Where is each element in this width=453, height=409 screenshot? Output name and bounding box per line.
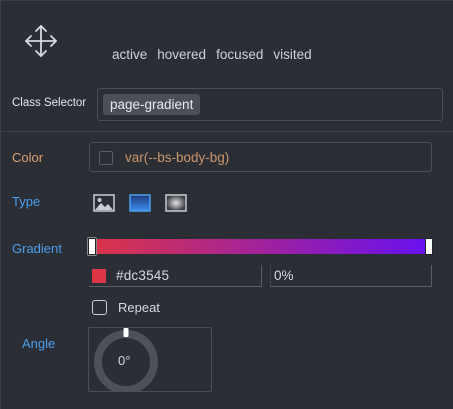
color-label: Color <box>12 150 44 165</box>
angle-label: Angle <box>22 336 56 351</box>
color-swatch[interactable] <box>99 151 113 165</box>
repeat-checkbox[interactable] <box>92 300 107 315</box>
gradient-label: Gradient <box>12 241 62 256</box>
color-value: var(--bs-body-bg) <box>125 150 230 165</box>
gradient-bar[interactable] <box>88 238 433 255</box>
class-selector-input[interactable]: page-gradient <box>97 88 443 121</box>
angle-dial-handle <box>123 328 129 337</box>
panel-top-edge <box>0 0 453 1</box>
type-label: Type <box>12 194 41 209</box>
repeat-label: Repeat <box>118 300 160 315</box>
stop-color-input[interactable]: #dc3545 <box>89 265 262 287</box>
move-icon[interactable] <box>22 22 60 60</box>
state-tabs: active hovered focused visited <box>112 47 312 62</box>
state-active[interactable]: active <box>112 47 147 62</box>
linear-gradient-icon[interactable] <box>129 193 151 213</box>
state-visited[interactable]: visited <box>273 47 311 62</box>
gradient-stop-start[interactable] <box>88 238 96 255</box>
angle-control: 0° <box>88 327 212 392</box>
stop-position-value: 0% <box>274 268 294 283</box>
color-input[interactable]: var(--bs-body-bg) <box>89 142 432 172</box>
panel-left-edge <box>0 0 1 409</box>
angle-value: 0° <box>118 353 131 368</box>
image-icon[interactable] <box>93 193 115 213</box>
stop-position-input[interactable]: 0% <box>270 265 432 287</box>
stop-color-swatch[interactable] <box>92 269 106 283</box>
stop-color-value: #dc3545 <box>116 268 170 283</box>
gradient-stop-end[interactable] <box>425 238 433 255</box>
section-divider <box>0 131 453 132</box>
state-hovered[interactable]: hovered <box>157 47 206 62</box>
radial-gradient-icon[interactable] <box>165 193 187 213</box>
class-tag[interactable]: page-gradient <box>103 94 201 115</box>
state-focused[interactable]: focused <box>216 47 263 62</box>
class-selector-label: Class Selector <box>12 97 87 109</box>
